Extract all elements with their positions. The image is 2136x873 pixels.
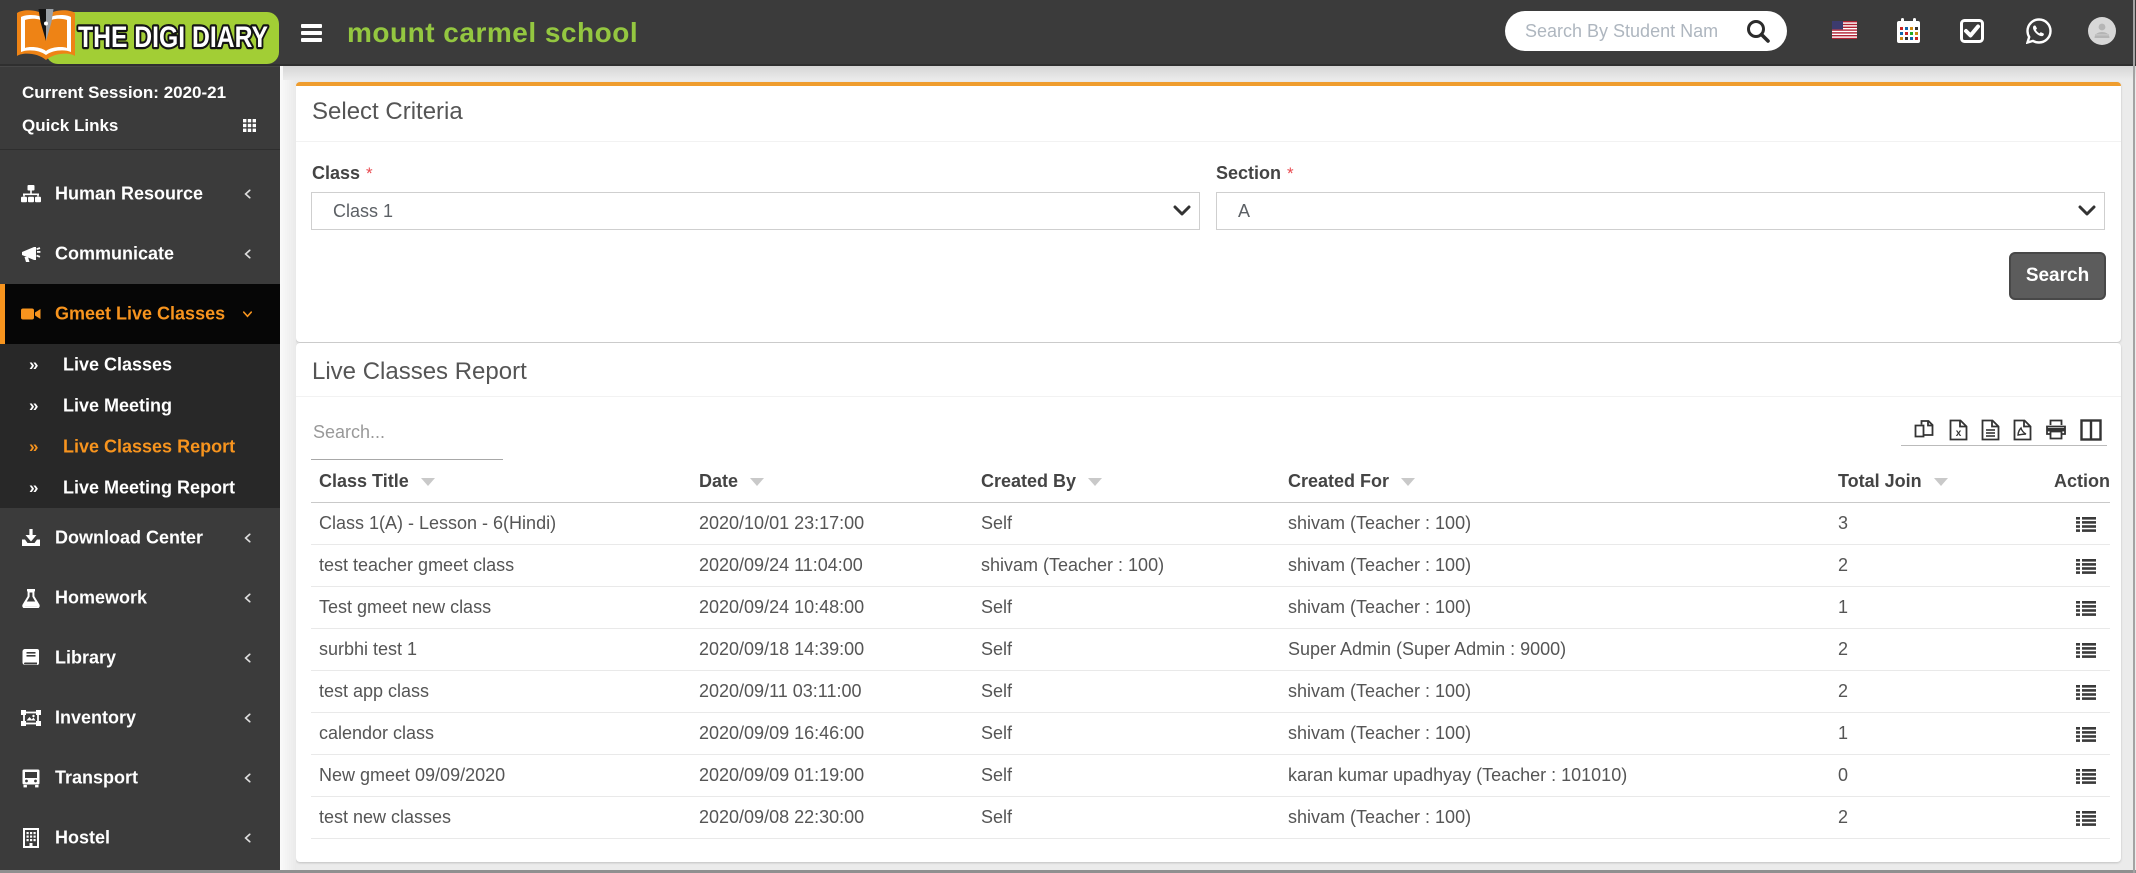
svg-text:x: x [1956, 428, 1962, 439]
svg-text:THE DIGI DIARY: THE DIGI DIARY [78, 21, 268, 54]
